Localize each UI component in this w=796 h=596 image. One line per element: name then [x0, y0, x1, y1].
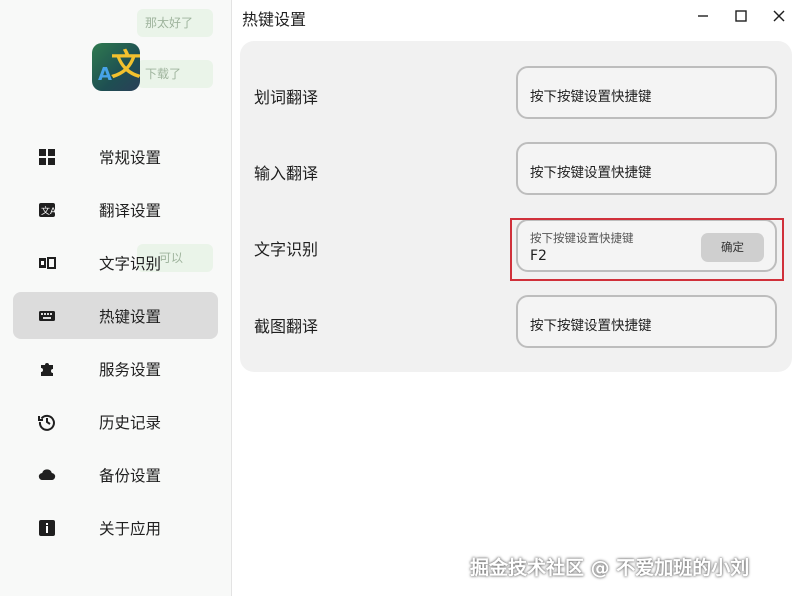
sidebar-item-service[interactable]: 服务设置 — [13, 345, 218, 392]
maximize-icon[interactable] — [730, 5, 752, 27]
ghost-bubble: 那太好了 — [137, 9, 213, 37]
sidebar-item-label: 关于应用 — [99, 520, 162, 538]
cloud-icon — [38, 469, 56, 481]
window-title: 热键设置 — [242, 10, 307, 29]
info-icon — [39, 520, 55, 536]
sidebar-item-label: 历史记录 — [99, 414, 162, 432]
app-logo: A 文 — [92, 43, 140, 91]
logo-glyph-a: A — [98, 64, 112, 85]
sidebar-item-hotkey[interactable]: 热键设置 — [13, 292, 218, 339]
logo-glyph-wen: 文 — [111, 48, 140, 83]
hotkey-label-ocr: 文字识别 — [254, 240, 319, 259]
sidebar-item-label: 翻译设置 — [99, 202, 162, 220]
hotkey-placeholder: 按下按键设置快捷键 — [530, 318, 652, 334]
minimize-icon[interactable] — [692, 5, 714, 27]
sidebar-item-label: 文字识别 — [99, 255, 162, 273]
hotkey-label-input-translate: 输入翻译 — [254, 164, 319, 183]
sidebar-item-backup[interactable]: 备份设置 — [13, 451, 218, 498]
history-icon — [38, 414, 55, 431]
hotkey-label-screenshot-translate: 截图翻译 — [254, 317, 319, 336]
svg-text:文A: 文A — [41, 205, 56, 217]
hotkey-placeholder: 按下按键设置快捷键 — [530, 165, 652, 181]
watermark: 掘金技术社区 @ 不爱加班的小刘 — [470, 557, 750, 579]
ocr-icon — [39, 257, 56, 269]
sidebar-item-label: 服务设置 — [99, 361, 162, 379]
sidebar-item-label: 热键设置 — [99, 308, 162, 326]
close-icon[interactable] — [768, 5, 790, 27]
hotkey-input-input-translate[interactable]: 按下按键设置快捷键 — [516, 142, 777, 195]
sidebar-item-general[interactable]: 常规设置 — [13, 133, 218, 180]
sidebar-item-label: 常规设置 — [99, 149, 162, 167]
puzzle-icon — [41, 363, 53, 376]
grid-icon — [39, 149, 55, 165]
highlight-annotation — [510, 218, 784, 281]
translate-icon: 文A — [39, 203, 56, 217]
hotkey-placeholder: 按下按键设置快捷键 — [530, 89, 652, 105]
sidebar-item-translate[interactable]: 文A 翻译设置 — [13, 186, 218, 233]
hotkey-input-screenshot-translate[interactable]: 按下按键设置快捷键 — [516, 295, 777, 348]
sidebar-item-label: 备份设置 — [99, 467, 162, 485]
ghost-bubble: 下载了 — [137, 60, 213, 88]
hotkey-input-select-translate[interactable]: 按下按键设置快捷键 — [516, 66, 777, 119]
keyboard-icon — [39, 311, 55, 321]
sidebar-item-history[interactable]: 历史记录 — [13, 398, 218, 445]
sidebar-item-about[interactable]: 关于应用 — [13, 504, 218, 551]
sidebar-item-ocr[interactable]: 文字识别 — [13, 239, 218, 286]
hotkey-label-select-translate: 划词翻译 — [254, 88, 319, 107]
sidebar: 那太好了 下载了 可以 A 文 常规设置 文A 翻译设置 文字识别 热键设置 服… — [0, 0, 232, 596]
